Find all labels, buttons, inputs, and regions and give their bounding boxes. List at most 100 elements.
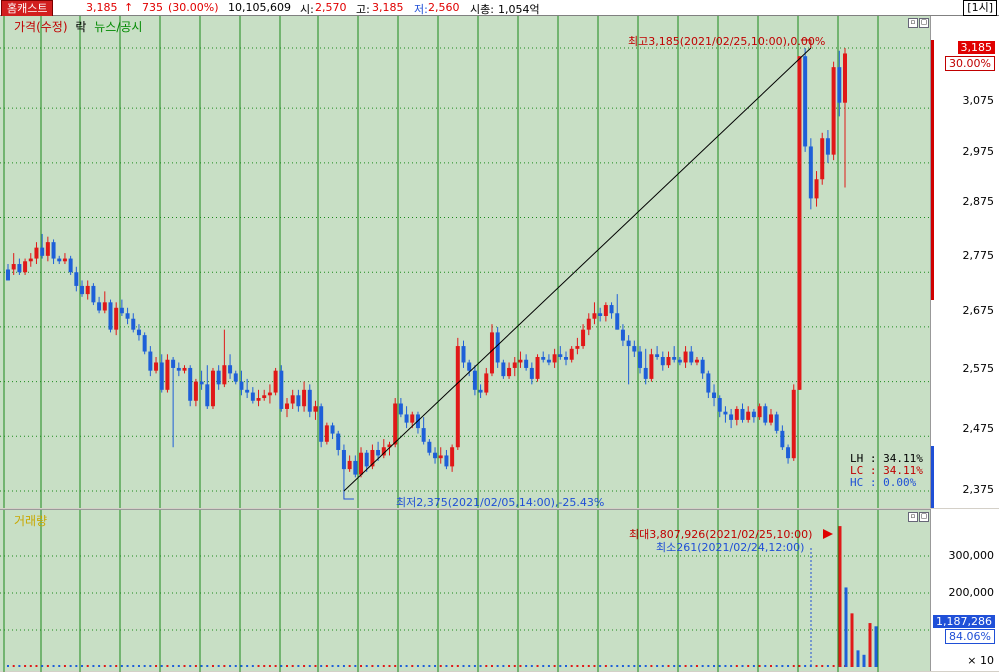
candle-body: [353, 460, 358, 475]
range-stats: LH : 34.11% LC : 34.11% HC : 0.00%: [850, 452, 923, 489]
candle-body: [34, 247, 39, 259]
low-marker: [343, 491, 354, 500]
candle-body: [313, 406, 318, 412]
candle-body: [620, 329, 625, 341]
candle-body: [694, 359, 699, 363]
candle-body: [51, 242, 56, 259]
candle-body: [450, 447, 455, 467]
price-axis[interactable]: 3,185 30.00% 3,075 2,975 2,875 2,775 2,6…: [930, 16, 999, 508]
candle-body: [529, 367, 534, 379]
candle-body: [193, 381, 198, 401]
candle-body: [746, 411, 751, 420]
volume-legend: 거래량: [14, 514, 48, 528]
candle-body: [438, 455, 443, 459]
candle-body: [837, 67, 842, 103]
candle-body: [831, 67, 836, 155]
candle-body: [581, 329, 586, 347]
candle-body: [68, 258, 73, 273]
price-change-pct: (30.00%): [168, 1, 219, 14]
candle-body: [791, 389, 796, 459]
volume-spike-bar: [838, 526, 842, 667]
candle-body: [23, 261, 28, 273]
high-label: 고:: [356, 3, 370, 16]
candle-body: [11, 264, 16, 270]
volume-axis[interactable]: 300,000 200,000 1,187,286 84.06% × 10: [930, 509, 999, 671]
candle-body: [803, 56, 808, 147]
candle-body: [712, 392, 717, 399]
cap-value: 1,054억: [498, 3, 540, 16]
candle-body: [131, 318, 136, 330]
candle-body: [119, 307, 124, 314]
axis-range-bar-down: [931, 446, 934, 508]
price-legend: 가격(수정) 락 뉴스/공시: [14, 18, 142, 35]
candle-body: [210, 370, 215, 407]
current-pct-tag: 30.00%: [945, 56, 995, 71]
candle-body: [336, 433, 341, 450]
low-value: 2,560: [428, 1, 460, 14]
price-tick: 2,775: [962, 249, 995, 262]
candle-body: [484, 373, 489, 393]
candle-body: [233, 373, 238, 382]
candle-body: [814, 179, 819, 199]
candle-body: [97, 302, 102, 311]
price-tick: 2,575: [962, 362, 995, 375]
candle-body: [74, 272, 79, 286]
candle-body: [660, 357, 665, 366]
stock-name-button[interactable]: 홈캐스트: [1, 0, 54, 17]
candle-body: [302, 389, 307, 407]
candle-body: [330, 425, 335, 434]
candle-body: [102, 302, 107, 311]
candle-body: [222, 365, 227, 385]
candle-body: [319, 406, 324, 442]
candle-body: [512, 362, 517, 368]
volume-spike-bar: [862, 654, 866, 667]
maximize-icon[interactable]: ▢: [919, 18, 929, 28]
candle-body: [598, 313, 603, 316]
candle-body: [518, 359, 523, 363]
candle-body: [535, 357, 540, 379]
candle-body: [216, 370, 221, 385]
candle-body: [341, 449, 346, 470]
volume-multiplier: × 10: [967, 654, 994, 667]
candle-body: [136, 329, 141, 336]
current-price: 3,185: [86, 1, 118, 14]
minimize-icon[interactable]: ▫: [908, 18, 918, 28]
candle-body: [427, 441, 432, 453]
candle-body: [495, 332, 500, 363]
candle-body: [689, 351, 694, 363]
candle-body: [17, 264, 22, 273]
price-pane[interactable]: 가격(수정) 락 뉴스/공시 ▫ ▢ 최고3,185(2021/02/25,10…: [0, 16, 930, 509]
candle-body: [734, 408, 739, 420]
candle-body: [398, 403, 403, 415]
candle-body: [672, 357, 677, 360]
candle-body: [159, 362, 164, 390]
candle-body: [45, 242, 50, 256]
candle-body: [376, 449, 381, 456]
candle-body: [455, 346, 460, 448]
legend-ex-rights: 락: [75, 20, 87, 34]
candle-body: [632, 346, 637, 352]
candle-body: [569, 348, 574, 360]
interval-selector[interactable]: [1시]: [963, 0, 997, 16]
minimize-icon[interactable]: ▫: [908, 512, 918, 522]
candle-body: [820, 138, 825, 180]
candle-body: [797, 56, 802, 390]
candle-body: [524, 359, 529, 368]
candle-body: [808, 146, 813, 199]
price-chart: [0, 16, 930, 508]
price-tick: 2,475: [962, 422, 995, 435]
candle-body: [603, 305, 608, 316]
candle-body: [643, 367, 648, 379]
candle-body: [706, 373, 711, 393]
candle-body: [825, 138, 830, 155]
candle-body: [507, 367, 512, 377]
volume-spike-bar: [844, 587, 848, 667]
candle-body: [296, 395, 301, 407]
maximize-icon[interactable]: ▢: [919, 512, 929, 522]
candle-body: [541, 357, 546, 360]
candle-body: [740, 408, 745, 420]
volume-pane[interactable]: 거래량 ▫ ▢ 최대3,807,926(2021/02/25,10:00) 최소…: [0, 509, 930, 672]
candle-body: [28, 258, 33, 262]
axis-range-bar-up: [931, 40, 934, 300]
candle-body: [609, 305, 614, 314]
